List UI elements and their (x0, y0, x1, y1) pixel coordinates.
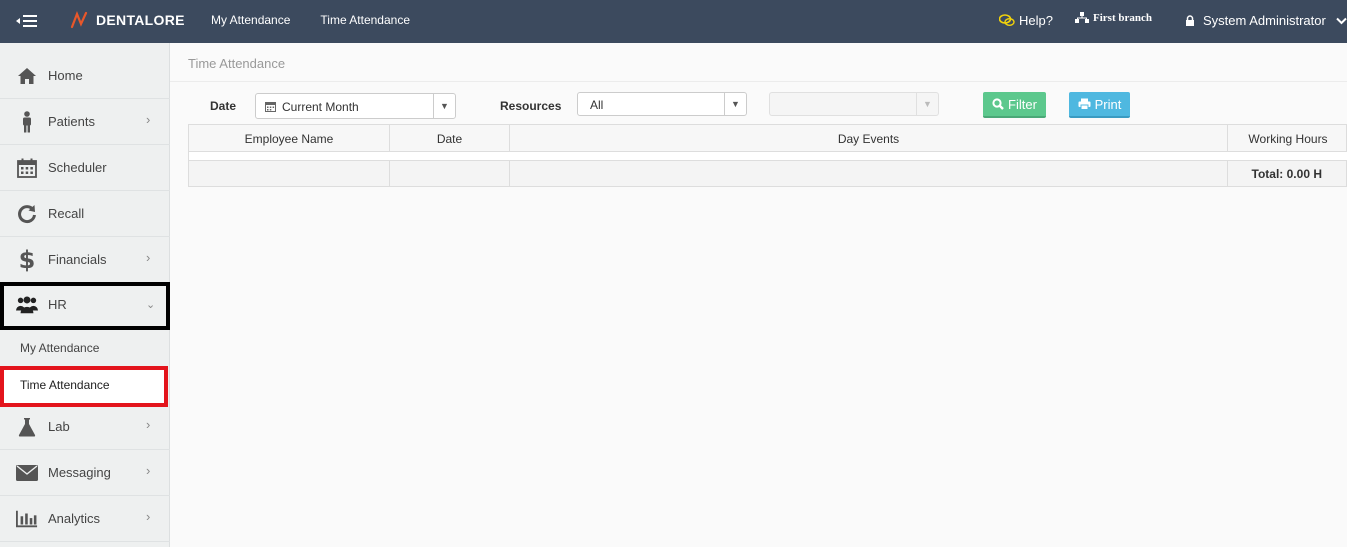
sidebar-item-lab[interactable]: Lab › (0, 404, 170, 450)
bar-chart-icon (16, 508, 38, 530)
date-range-value: Current Month (282, 100, 359, 114)
resources-label: Resources (500, 99, 562, 113)
footer-cell (390, 161, 510, 186)
refresh-icon (16, 203, 38, 225)
user-menu[interactable]: System Administrator (1185, 13, 1347, 28)
topnav-my-attendance[interactable]: My Attendance (211, 13, 290, 27)
users-icon (16, 294, 38, 316)
sidebar-item-label: Messaging (48, 465, 111, 480)
search-icon (992, 98, 1004, 110)
chevron-right-icon: › (146, 250, 151, 265)
sidebar-toggle-icon[interactable] (16, 12, 40, 30)
print-button[interactable]: Print (1069, 92, 1130, 118)
sidebar-subitem-label: My Attendance (20, 341, 100, 355)
footer-cell (189, 161, 390, 186)
branch-selector[interactable]: First branch (1075, 12, 1152, 24)
sidebar-item-label: Patients (48, 114, 95, 129)
user-label: System Administrator (1203, 13, 1326, 28)
sidebar-item-analytics[interactable]: Analytics › (0, 496, 170, 542)
dropdown-arrow-icon: ▼ (433, 94, 455, 118)
sitemap-icon (1075, 12, 1089, 23)
breadcrumb-divider (170, 81, 1347, 82)
filter-button-label: Filter (1008, 96, 1037, 112)
sidebar-item-label: Analytics (48, 511, 101, 526)
flask-icon (16, 416, 38, 438)
sidebar-item-financials[interactable]: $ Financials › (0, 237, 170, 283)
chevron-down-icon (1336, 17, 1347, 24)
sidebar-subitem-label: Time Attendance (20, 378, 110, 392)
topnav-time-attendance[interactable]: Time Attendance (320, 13, 410, 27)
print-button-label: Print (1094, 96, 1122, 112)
dentalore-logo-icon (70, 11, 88, 29)
sidebar: Home Patients › Scheduler Recall $ Finan… (0, 43, 170, 547)
resources-select[interactable]: All ▼ (577, 92, 747, 116)
breadcrumb: Time Attendance (188, 56, 286, 71)
table-footer: Total: 0.00 H (188, 160, 1347, 187)
sidebar-item-scheduler[interactable]: Scheduler (0, 145, 170, 191)
sidebar-item-label: HR (48, 297, 67, 312)
sidebar-item-recall[interactable]: Recall (0, 191, 170, 237)
footer-cell (510, 161, 1228, 186)
sidebar-subitem-time-attendance[interactable]: Time Attendance (0, 366, 168, 407)
chevron-right-icon: › (146, 417, 151, 432)
calendar-icon (265, 101, 276, 115)
dropdown-arrow-icon: ▼ (916, 93, 938, 115)
sidebar-item-label: Financials (48, 252, 107, 267)
sidebar-item-hr[interactable]: HR ⌄ (0, 282, 170, 330)
printer-icon (1078, 98, 1091, 110)
brand-name: DENTALORE (96, 12, 185, 28)
resources-value: All (590, 98, 604, 112)
dollar-icon: $ (18, 246, 36, 274)
home-icon (16, 65, 38, 87)
chevron-right-icon: › (146, 463, 151, 478)
dropdown-arrow-icon: ▼ (724, 93, 746, 115)
brand-logo[interactable]: DENTALORE (70, 11, 185, 29)
date-range-select[interactable]: Current Month ▼ (255, 93, 456, 119)
help-label: Help? (1019, 13, 1053, 28)
lock-icon (1186, 14, 1194, 26)
envelope-icon (16, 462, 38, 484)
filter-button[interactable]: Filter (983, 92, 1046, 118)
sidebar-item-label: Home (48, 68, 83, 83)
chevron-right-icon: › (146, 509, 151, 524)
main-content: Time Attendance Date Current Month ▼ Res… (170, 43, 1347, 547)
sidebar-item-label: Recall (48, 206, 85, 221)
person-icon (16, 111, 38, 133)
sidebar-subitem-my-attendance[interactable]: My Attendance (0, 330, 170, 366)
column-header-employee-name[interactable]: Employee Name (189, 125, 390, 152)
table-header: Employee Name Date Day Events Working Ho… (188, 124, 1347, 152)
total-hours: Total: 0.00 H (1251, 166, 1322, 181)
sidebar-item-home[interactable]: Home (0, 53, 170, 99)
date-label: Date (210, 99, 237, 113)
sidebar-item-label: Scheduler (48, 160, 107, 175)
sidebar-item-label: Lab (48, 419, 70, 434)
resource-sub-select[interactable]: ▼ (769, 92, 939, 116)
top-navbar: DENTALORE My Attendance Time Attendance … (0, 0, 1347, 43)
top-nav: My Attendance Time Attendance (211, 13, 410, 27)
column-header-working-hours[interactable]: Working Hours (1228, 125, 1347, 152)
chevron-right-icon: › (146, 112, 151, 127)
table-empty-row (188, 152, 1347, 160)
calendar-icon (16, 157, 38, 179)
branch-label: First branch (1093, 12, 1152, 24)
chat-bubbles-icon (999, 14, 1015, 26)
help-link[interactable]: Help? (999, 13, 1053, 28)
sidebar-item-patients[interactable]: Patients › (0, 99, 170, 145)
chevron-down-icon: ⌄ (146, 299, 156, 311)
column-header-date[interactable]: Date (390, 125, 510, 152)
sidebar-item-messaging[interactable]: Messaging › (0, 450, 170, 496)
column-header-day-events[interactable]: Day Events (510, 125, 1228, 152)
